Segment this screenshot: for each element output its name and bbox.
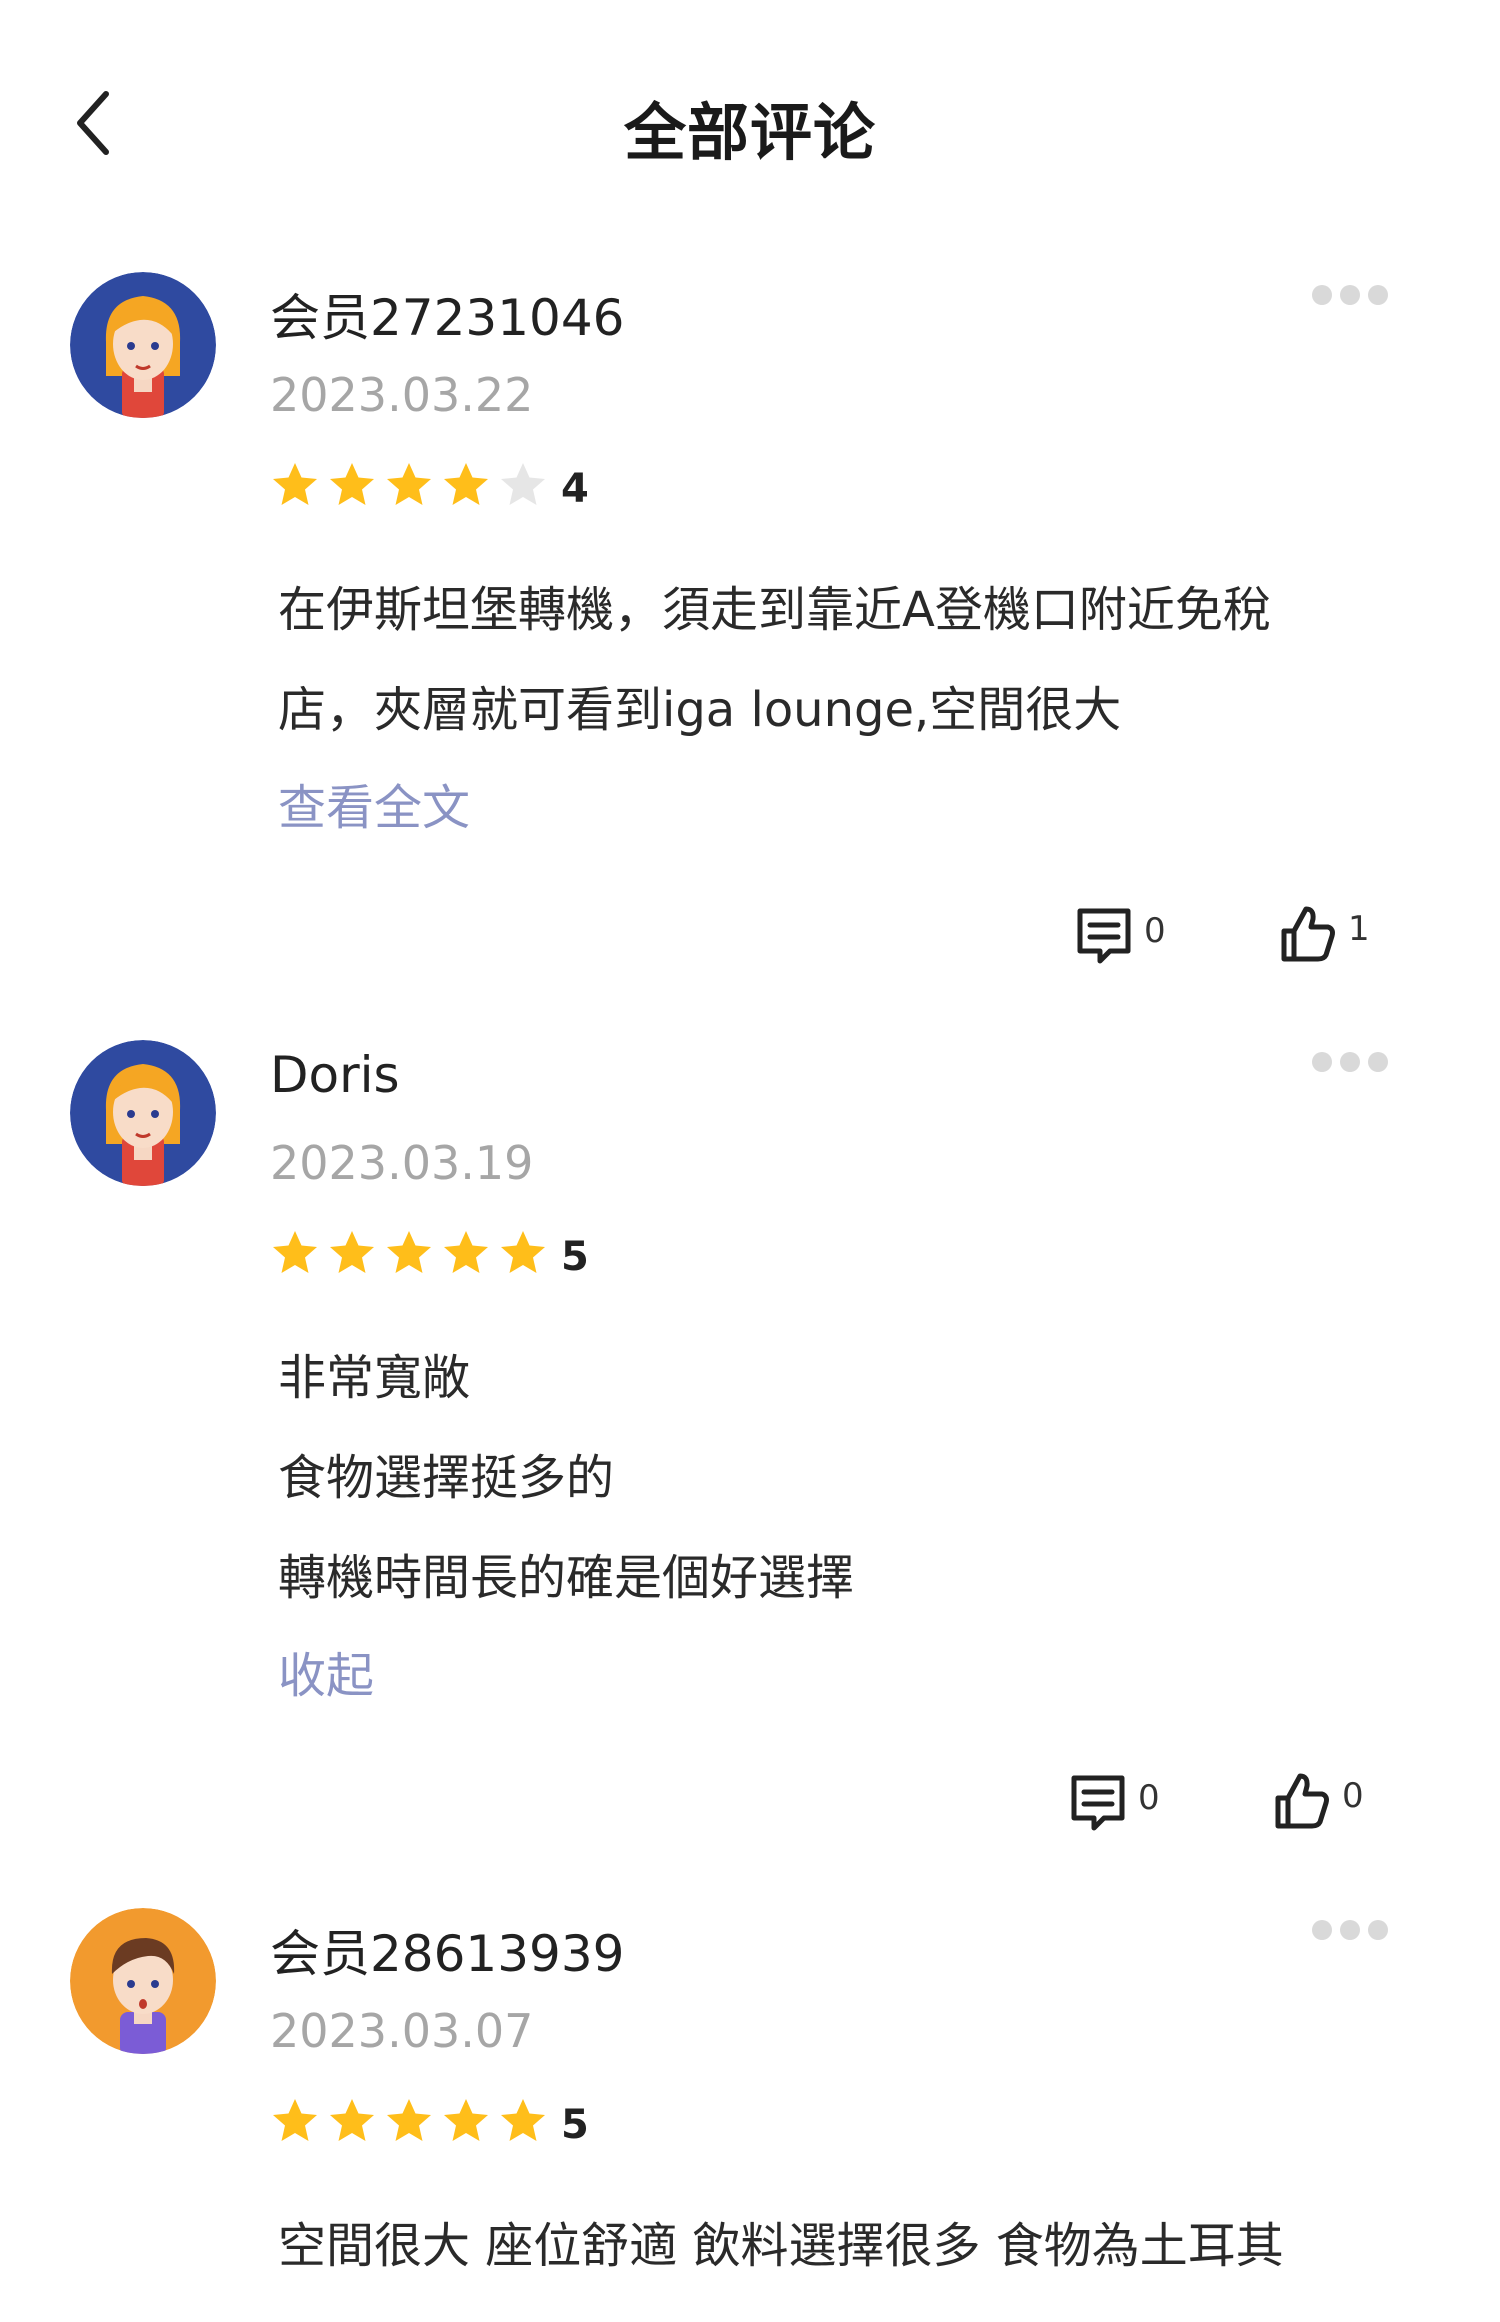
thumbs-up-icon (1275, 1773, 1329, 1829)
star-filled-icon (441, 1228, 491, 1278)
star-filled-icon (441, 460, 491, 510)
star-filled-icon (270, 2096, 320, 2146)
star-empty-icon (498, 460, 548, 510)
comment-button[interactable]: 0 (1068, 1772, 1160, 1842)
more-dots-icon[interactable] (1312, 283, 1396, 307)
review-text-line: 轉機時間長的確是個好選擇 (278, 1550, 855, 1606)
comment-count: 0 (1144, 911, 1166, 951)
avatar[interactable] (70, 1040, 216, 1186)
review-text-line: 非常寬敞 (278, 1350, 471, 1406)
star-rating: 5 (270, 2091, 589, 2151)
review-text-line: 在伊斯坦堡轉機，須走到靠近A登機口附近免稅 (278, 582, 1271, 638)
star-filled-icon (498, 1228, 548, 1278)
avatar[interactable] (70, 1908, 216, 2054)
comment-button[interactable]: 0 (1074, 905, 1166, 975)
star-filled-icon (327, 1228, 377, 1278)
review-date: 2023.03.19 (270, 1136, 534, 1190)
comment-count: 0 (1138, 1778, 1160, 1818)
star-filled-icon (384, 460, 434, 510)
star-filled-icon (384, 2096, 434, 2146)
more-dots-icon[interactable] (1312, 1918, 1396, 1942)
username[interactable]: Doris (270, 1046, 400, 1104)
star-rating: 5 (270, 1223, 589, 1283)
star-filled-icon (498, 2096, 548, 2146)
star-rating: 4 (270, 455, 589, 515)
rating-number: 4 (561, 466, 589, 512)
like-button[interactable]: 1 (1278, 903, 1370, 973)
like-button[interactable]: 0 (1272, 1770, 1364, 1840)
expand-text-link[interactable]: 查看全文 (278, 768, 470, 838)
rating-number: 5 (561, 2102, 589, 2148)
review-date: 2023.03.07 (270, 2004, 534, 2058)
star-filled-icon (441, 2096, 491, 2146)
star-filled-icon (327, 460, 377, 510)
review-text-line: 店，夾層就可看到iga lounge,空間很大 (278, 682, 1122, 738)
review-text-line: 空間很大 座位舒適 飲料選擇很多 食物為土耳其 (278, 2218, 1284, 2274)
username[interactable]: 会员28613939 (270, 1914, 625, 1986)
top-bar: 全部评论 (0, 0, 1500, 240)
star-filled-icon (327, 2096, 377, 2146)
star-filled-icon (384, 1228, 434, 1278)
comment-icon (1071, 1775, 1125, 1831)
star-filled-icon (270, 1228, 320, 1278)
collapse-text-link[interactable]: 收起 (278, 1636, 374, 1706)
username[interactable]: 会员27231046 (270, 278, 625, 350)
comment-icon (1077, 908, 1131, 964)
star-filled-icon (270, 460, 320, 510)
review-text-line: 食物選擇挺多的 (278, 1450, 615, 1506)
avatar[interactable] (70, 272, 216, 418)
more-dots-icon[interactable] (1312, 1050, 1396, 1074)
rating-number: 5 (561, 1234, 589, 1280)
page-title: 全部评论 (623, 96, 876, 169)
review-date: 2023.03.22 (270, 368, 534, 422)
like-count: 1 (1348, 909, 1370, 949)
thumbs-up-icon (1281, 906, 1335, 962)
like-count: 0 (1342, 1776, 1364, 1816)
